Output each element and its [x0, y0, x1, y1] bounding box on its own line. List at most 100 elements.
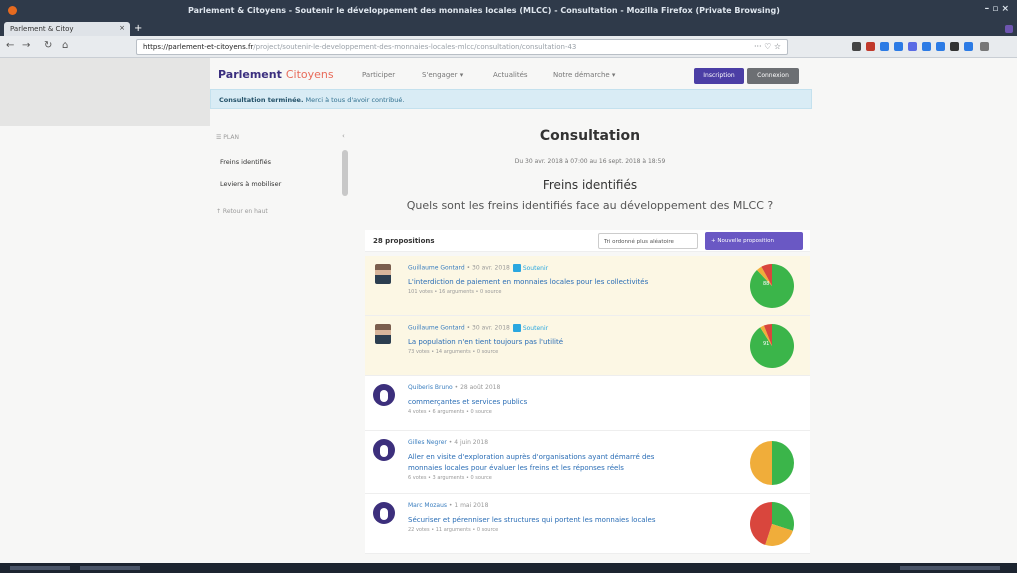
proposal-title[interactable]: commerçantes et services publics: [408, 398, 527, 406]
reload-icon[interactable]: ↻: [44, 40, 52, 51]
pie-slice-mitige: [750, 441, 772, 485]
step-title: Freins identifiés: [542, 178, 638, 192]
proposal-date: • 30 avr. 2018: [464, 324, 510, 332]
window-title: Parlement & Citoyens - Soutenir le dével…: [188, 6, 780, 15]
extension-icon[interactable]: [922, 42, 931, 51]
vote-pie-chart: 91: [750, 324, 794, 368]
system-tray[interactable]: [900, 566, 1000, 570]
login-button[interactable]: Connexion: [747, 68, 799, 84]
proposal-title[interactable]: Sécuriser et pérenniser les structures q…: [408, 516, 656, 524]
window-controls[interactable]: – ▫ ×: [985, 4, 1009, 14]
collapse-icon[interactable]: ‹: [342, 132, 345, 140]
browser-tab[interactable]: Parlement & Citoy ×: [4, 22, 130, 36]
nav-participer[interactable]: Participer: [362, 71, 395, 79]
proposal-count: 28 propositions: [373, 237, 435, 245]
proposal-card[interactable]: Marc Mozaus • 1 mai 2018 Sécuriser et pér…: [365, 494, 810, 554]
proposal-date: • 4 juin 2018: [446, 439, 489, 446]
page-margin: [0, 58, 210, 126]
tab-bar: Parlement & Citoy × +: [0, 22, 1017, 36]
extension-icon[interactable]: [950, 42, 959, 51]
alert-strong: Consultation terminée.: [219, 96, 304, 104]
page-title: Consultation: [539, 128, 641, 144]
nav-sengager[interactable]: S'engager ▾: [422, 71, 463, 79]
proposal-author[interactable]: Guillaume Gontard • 30 avr. 2018 Soutenir: [408, 264, 548, 272]
site-logo[interactable]: Parlement Citoyens: [218, 68, 334, 81]
author-name[interactable]: Quiberis Bruno: [408, 384, 453, 391]
extension-icon[interactable]: [894, 42, 903, 51]
avatar[interactable]: [375, 264, 391, 284]
new-tab-button[interactable]: +: [134, 23, 142, 34]
proposal-title[interactable]: Aller en visite d'exploration auprès d'o…: [408, 453, 654, 461]
proposal-card[interactable]: Guillaume Gontard • 30 avr. 2018 Soutenir…: [365, 316, 810, 376]
plan-sidebar: ☰ PLAN ‹ Freins identifiés Leviers à mob…: [210, 126, 355, 246]
browser-toolbar: ← → ↻ ⌂ https://parlement-et-citoyens.fr…: [0, 36, 1017, 58]
avatar[interactable]: [373, 439, 395, 461]
brand-part-1: Parlement: [218, 68, 282, 81]
pie-slice-ok: [772, 441, 794, 485]
plan-label: ☰ PLAN: [216, 134, 239, 141]
close-icon[interactable]: ×: [119, 24, 125, 32]
home-icon[interactable]: ⌂: [62, 40, 68, 51]
brand-part-2: Citoyens: [285, 68, 334, 81]
avatar[interactable]: [375, 324, 391, 344]
signup-button[interactable]: Inscription: [694, 68, 744, 84]
proposal-meta: 4 votes • 6 arguments • 0 source: [408, 409, 492, 415]
extension-icon[interactable]: [936, 42, 945, 51]
proposal-author[interactable]: Marc Mozaus • 1 mai 2018: [408, 502, 488, 509]
info-alert: Consultation terminée. Merci à tous d'av…: [210, 89, 812, 109]
pie-label: 88: [763, 281, 769, 287]
new-proposal-button[interactable]: + Nouvelle proposition: [705, 232, 803, 250]
sidebar-item-leviers[interactable]: Leviers à mobiliser: [220, 180, 281, 188]
extension-icon[interactable]: [880, 42, 889, 51]
back-icon[interactable]: ←: [6, 40, 14, 51]
extension-icon[interactable]: [908, 42, 917, 51]
support-badge-icon: [512, 324, 521, 332]
author-name[interactable]: Marc Mozaus: [408, 502, 447, 509]
avatar[interactable]: [373, 502, 395, 524]
proposal-date: • 30 avr. 2018: [464, 264, 510, 272]
tab-label: Parlement & Citoy: [10, 25, 74, 33]
page-content: Parlement Citoyens Participer S'engager ▾…: [0, 58, 1017, 563]
sidebar-item-freins[interactable]: Freins identifiés: [220, 158, 271, 166]
url-path: /project/soutenir-le-developpement-des-m…: [253, 43, 577, 51]
author-name[interactable]: Gilles Negrer: [408, 439, 447, 446]
extension-icon[interactable]: [852, 42, 861, 51]
taskbar-item[interactable]: [80, 566, 140, 570]
pie-label: 91: [763, 341, 769, 347]
nav-actualites[interactable]: Actualités: [493, 71, 528, 79]
author-name[interactable]: Guillaume Gontard: [408, 325, 465, 332]
extension-icon[interactable]: [866, 42, 875, 51]
sort-select[interactable]: Tri ordonné plus aléatoire: [598, 233, 698, 249]
proposal-meta: 6 votes • 3 arguments • 0 source: [408, 475, 492, 481]
proposal-title-cont[interactable]: monnaies locales pour évaluer les freins…: [408, 464, 624, 472]
proposal-author[interactable]: Guillaume Gontard • 30 avr. 2018 Soutenir: [408, 324, 548, 332]
support-badge-label: Soutenir: [522, 324, 549, 332]
proposal-date: • 1 mai 2018: [447, 502, 489, 509]
proposal-card[interactable]: Guillaume Gontard • 30 avr. 2018 Soutenir…: [365, 256, 810, 316]
author-name[interactable]: Guillaume Gontard: [408, 265, 465, 272]
avatar[interactable]: [373, 384, 395, 406]
proposal-meta: 22 votes • 11 arguments • 0 source: [408, 527, 499, 533]
url-actions[interactable]: ··· ♡ ☆: [754, 42, 781, 51]
proposal-card[interactable]: Quiberis Bruno • 28 août 2018 commerçante…: [365, 376, 810, 431]
sidebar-scrollbar[interactable]: [342, 150, 348, 196]
proposal-card[interactable]: Gilles Negrer • 4 juin 2018 Aller en visi…: [365, 431, 810, 494]
proposal-author[interactable]: Quiberis Bruno • 28 août 2018: [408, 384, 500, 391]
forward-icon[interactable]: →: [22, 40, 30, 51]
url-bar[interactable]: https://parlement-et-citoyens.fr/project…: [136, 39, 788, 55]
nav-notre-demarche[interactable]: Notre démarche ▾: [553, 71, 615, 79]
extension-icon[interactable]: [964, 42, 973, 51]
step-question: Quels sont les freins identifiés face au…: [406, 199, 774, 212]
support-badge-icon: [512, 264, 521, 272]
menu-icon[interactable]: [980, 42, 989, 51]
proposal-title[interactable]: La population n'en tient toujours pas l'…: [408, 338, 563, 346]
proposal-title[interactable]: L'interdiction de paiement en monnaies l…: [408, 278, 648, 286]
proposal-meta: 101 votes • 16 arguments • 0 source: [408, 289, 502, 295]
firefox-icon: [8, 6, 17, 15]
proposal-author[interactable]: Gilles Negrer • 4 juin 2018: [408, 439, 488, 446]
os-taskbar: [0, 563, 1017, 573]
vote-pie-chart: [750, 441, 794, 485]
taskbar-item[interactable]: [10, 566, 70, 570]
site-header: Parlement Citoyens Participer S'engager ▾…: [210, 63, 810, 89]
back-to-top-link[interactable]: ↑ Retour en haut: [216, 208, 268, 215]
